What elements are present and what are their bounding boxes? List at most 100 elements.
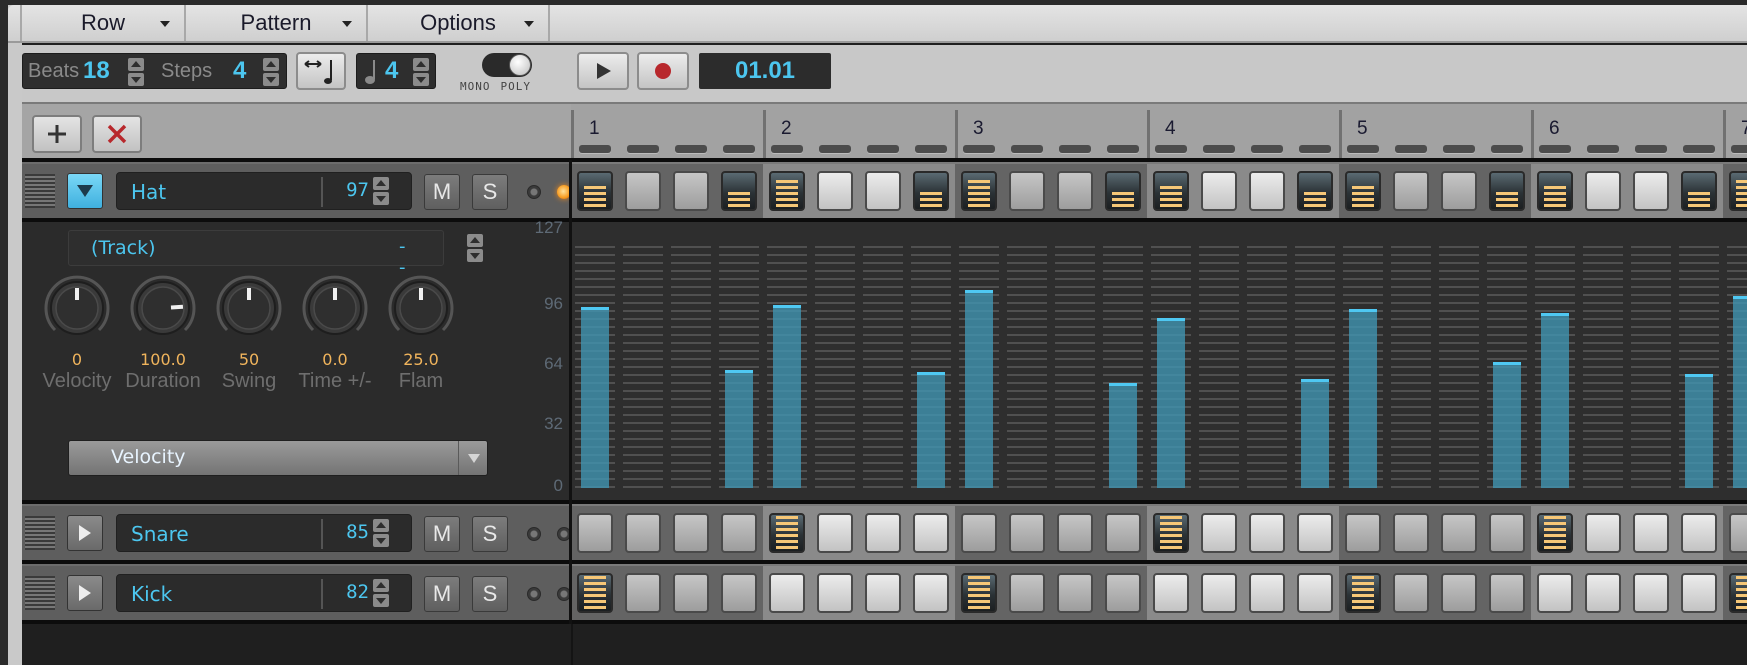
step-pad[interactable] (625, 171, 661, 211)
step-pad-active[interactable] (1537, 513, 1573, 553)
velocity-column[interactable] (863, 246, 903, 490)
fit-steps-button[interactable] (296, 52, 346, 90)
mute-button[interactable]: M (424, 576, 460, 612)
step-pad[interactable] (625, 513, 661, 553)
velocity-bar[interactable] (773, 305, 801, 488)
step-pad[interactable] (1249, 573, 1285, 613)
step-pad[interactable] (1441, 513, 1477, 553)
step-pad[interactable] (913, 573, 949, 613)
velocity-column[interactable] (1631, 246, 1671, 490)
knob-dial[interactable] (387, 274, 455, 342)
volume-stepper[interactable] (373, 177, 389, 205)
knob-dial[interactable] (129, 274, 197, 342)
step-pad[interactable] (1057, 573, 1093, 613)
beats-stepper[interactable] (128, 58, 144, 86)
step-pad[interactable] (817, 513, 853, 553)
step-pad[interactable] (961, 513, 997, 553)
step-pad[interactable] (769, 573, 805, 613)
step-pad[interactable] (1681, 573, 1717, 613)
track-name[interactable]: Snare (131, 522, 189, 546)
track-volume[interactable]: 85 (333, 521, 369, 543)
step-pad[interactable] (865, 513, 901, 553)
expand-track-button[interactable] (67, 575, 103, 611)
knob-dial[interactable] (43, 274, 111, 342)
step-pad[interactable] (1681, 513, 1717, 553)
solo-button[interactable]: S (472, 576, 508, 612)
step-pad[interactable] (1489, 573, 1525, 613)
mute-button[interactable]: M (424, 516, 460, 552)
step-pad[interactable] (1345, 513, 1381, 553)
delete-row-button[interactable] (92, 115, 142, 153)
track-volume[interactable]: 97 (333, 179, 369, 201)
step-pad-active[interactable] (1105, 171, 1141, 211)
velocity-bar[interactable] (1493, 362, 1521, 488)
track-name-field[interactable]: Snare 85 (116, 514, 412, 552)
velocity-column[interactable] (671, 246, 711, 490)
knob-duration[interactable]: 100.0 Duration (118, 274, 208, 393)
target-stepper[interactable] (467, 234, 483, 262)
step-pad-active[interactable] (1153, 513, 1189, 553)
step-pad[interactable] (1105, 513, 1141, 553)
step-pad[interactable] (1729, 513, 1747, 553)
arrow-up-icon[interactable] (467, 234, 483, 247)
step-pad-active[interactable] (577, 573, 613, 613)
step-pad[interactable] (1297, 573, 1333, 613)
step-pad-active[interactable] (1681, 171, 1717, 211)
velocity-column[interactable] (623, 246, 663, 490)
step-pad-active[interactable] (1537, 171, 1573, 211)
note-division-stepper[interactable] (413, 58, 429, 86)
step-pad[interactable] (1249, 513, 1285, 553)
solo-button[interactable]: S (472, 174, 508, 210)
step-pad[interactable] (1201, 513, 1237, 553)
step-pad[interactable] (1489, 513, 1525, 553)
step-pad[interactable] (1393, 573, 1429, 613)
step-pad[interactable] (1633, 513, 1669, 553)
velocity-bar[interactable] (581, 306, 609, 488)
step-pad-active[interactable] (1729, 171, 1747, 211)
step-pad[interactable] (1249, 171, 1285, 211)
step-pad[interactable] (1201, 573, 1237, 613)
step-pad[interactable] (625, 573, 661, 613)
step-pad[interactable] (673, 513, 709, 553)
knob-dial[interactable] (215, 274, 283, 342)
step-pad[interactable] (1201, 171, 1237, 211)
step-pad[interactable] (721, 513, 757, 553)
drag-handle[interactable] (25, 516, 55, 550)
panel-splitter[interactable] (569, 160, 572, 624)
step-pad-active[interactable] (721, 171, 757, 211)
steps-stepper[interactable] (263, 58, 279, 86)
track-name[interactable]: Hat (131, 180, 166, 204)
step-pad[interactable] (1153, 573, 1189, 613)
step-pad[interactable] (817, 573, 853, 613)
velocity-bar[interactable] (965, 289, 993, 488)
track-name-field[interactable]: Kick 82 (116, 574, 412, 612)
expand-track-button[interactable] (67, 515, 103, 551)
knob-swing[interactable]: 50 Swing (204, 274, 294, 393)
step-pad[interactable] (1009, 573, 1045, 613)
solo-button[interactable]: S (472, 516, 508, 552)
knob-time[interactable]: 0.0 Time +/- (290, 274, 380, 393)
velocity-bar[interactable] (917, 371, 945, 488)
step-pad[interactable] (1585, 513, 1621, 553)
velocity-column[interactable] (815, 246, 855, 490)
step-pad-active[interactable] (1345, 171, 1381, 211)
velocity-column[interactable] (1199, 246, 1239, 490)
velocity-bar[interactable] (1541, 312, 1569, 488)
step-pad[interactable] (1633, 573, 1669, 613)
add-row-button[interactable] (32, 115, 82, 153)
drag-handle[interactable] (25, 174, 55, 208)
step-pad[interactable] (1009, 513, 1045, 553)
step-pad-active[interactable] (1729, 573, 1747, 613)
step-pad[interactable] (1057, 513, 1093, 553)
velocity-column[interactable] (1391, 246, 1431, 490)
drag-handle[interactable] (25, 576, 55, 610)
step-pad[interactable] (1105, 573, 1141, 613)
velocity-bar[interactable] (1733, 295, 1747, 488)
menu-options[interactable]: Options (368, 5, 550, 41)
step-pad[interactable] (1633, 171, 1669, 211)
toggle-knob[interactable] (509, 54, 531, 76)
track-volume[interactable]: 82 (333, 581, 369, 603)
velocity-column[interactable] (1007, 246, 1047, 490)
velocity-column[interactable] (1439, 246, 1479, 490)
chevron-down-icon[interactable] (458, 441, 487, 475)
